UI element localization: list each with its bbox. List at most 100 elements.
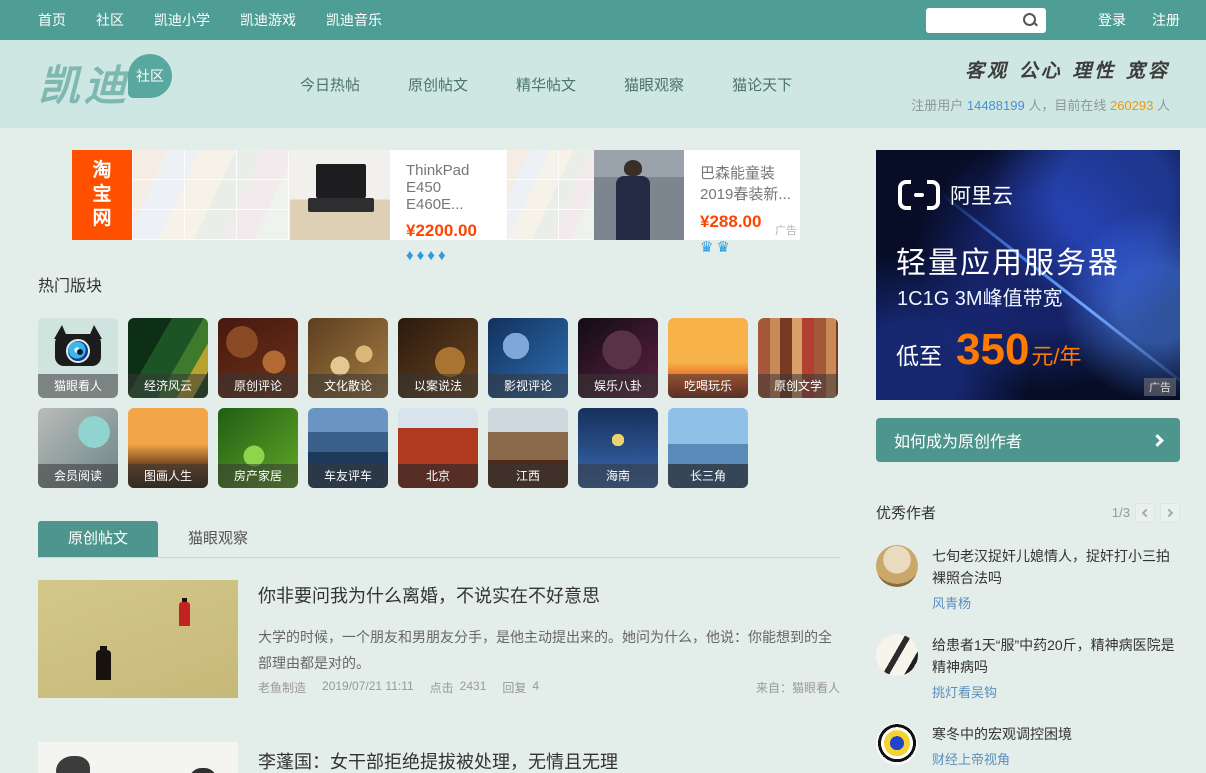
post-replies-count: 4 <box>532 679 539 696</box>
hot-sections-title: 热门版块 <box>38 272 840 296</box>
tile-original-reviews[interactable]: 原创评论 <box>218 318 298 398</box>
tile-food-fun[interactable]: 吃喝玩乐 <box>668 318 748 398</box>
post-item-2: 李蓬国：女干部拒绝提拔被处理，无情且无理 <box>38 742 840 773</box>
post-meta-1: 老鱼制造 2019/07/21 11:11 点击 2431 回复 4 来自：猫眼… <box>258 679 840 696</box>
author-name-1[interactable]: 风青杨 <box>932 593 1178 612</box>
online-count: 260293 <box>1110 98 1153 113</box>
search-box[interactable] <box>926 8 1046 33</box>
post-title-1[interactable]: 你非要问我为什么离婚，不说实在不好意思 <box>258 582 840 608</box>
ad-price-unit: 元/年 <box>1031 339 1081 371</box>
kidswear-product-image <box>594 150 684 240</box>
taobao-logo-block: 淘宝网 <box>72 150 132 240</box>
top-bar: 首页 社区 凯迪小学 凯迪游戏 凯迪音乐 登录 注册 <box>0 0 1206 40</box>
product-title-2: 巴森能童装2019春装新... <box>700 162 792 204</box>
tile-economy[interactable]: 经济风云 <box>128 318 208 398</box>
site-motto: 客观 公心 理性 宽容 <box>911 56 1170 83</box>
seller-rating-crowns-icon: ♛♛ <box>700 238 792 256</box>
ad-price-line: 低至 350 元/年 <box>896 328 1082 372</box>
author-post-title-2[interactable]: 给患者1天“服”中药20斤，精神病医院是精神病吗 <box>932 634 1178 678</box>
post-list-tabs: 原创帖文 猫眼观察 <box>38 521 840 558</box>
topnav-kdgames[interactable]: 凯迪游戏 <box>240 10 296 30</box>
topnav-kdschool[interactable]: 凯迪小学 <box>154 10 210 30</box>
cat-eye-logo-icon <box>55 334 101 366</box>
tile-yangtze-delta[interactable]: 长三角 <box>668 408 748 488</box>
logo-text: 凯迪 <box>38 58 130 114</box>
ad-tag: 广告 <box>775 222 797 238</box>
site-logo[interactable]: 凯迪 社区 <box>38 58 172 114</box>
post-time: 2019/07/21 11:11 <box>322 679 414 696</box>
post-title-2[interactable]: 李蓬国：女干部拒绝提拔被处理，无情且无理 <box>258 748 840 773</box>
tile-hainan[interactable]: 海南 <box>578 408 658 488</box>
stats-mid: 人，目前在线 <box>1028 98 1106 113</box>
post-clicks-label: 点击 <box>430 679 454 696</box>
taobao-ad-banner[interactable]: 淘宝网 ThinkPad E450 E460E... ¥2200.00 ♦♦♦♦… <box>72 150 800 240</box>
site-stats: 注册用户 14488199 人，目前在线 260293 人 <box>911 95 1170 114</box>
post-thumbnail-2[interactable] <box>38 742 238 773</box>
tile-cats-eye[interactable]: 猫眼看人 <box>38 318 118 398</box>
topnav-home[interactable]: 首页 <box>38 10 66 30</box>
tab-original-posts[interactable]: 原创帖文 <box>38 521 158 557</box>
stats-suffix: 人 <box>1157 98 1170 113</box>
author-item-3: 寒冬中的宏观调控困境 财经上帝视角 <box>876 723 1180 768</box>
seller-rating-diamonds-icon: ♦♦♦♦ <box>406 247 498 264</box>
tile-culture[interactable]: 文化散论 <box>308 318 388 398</box>
search-input[interactable] <box>932 10 1022 30</box>
author-avatar-2[interactable] <box>876 634 918 676</box>
nav-cats-eye[interactable]: 猫眼观察 <box>624 74 684 95</box>
aliyun-brand-name: 阿里云 <box>950 180 1013 210</box>
authors-prev-button[interactable] <box>1135 503 1155 523</box>
post-origin-board[interactable]: 来自：猫眼看人 <box>756 679 840 696</box>
author-post-title-1[interactable]: 七旬老汉捉奸儿媳情人，捉奸打小三拍裸照合法吗 <box>932 545 1178 589</box>
tile-beijing[interactable]: 北京 <box>398 408 478 488</box>
ad-tag: 广告 <box>1144 378 1176 396</box>
post-clicks-count: 2431 <box>460 679 487 696</box>
product-collage-1 <box>132 150 290 240</box>
tile-jiangxi[interactable]: 江西 <box>488 408 568 488</box>
authors-page-indicator: 1/3 <box>1112 505 1130 520</box>
authors-next-button[interactable] <box>1160 503 1180 523</box>
product-title-1: ThinkPad E450 E460E... <box>406 162 498 213</box>
search-icon[interactable] <box>1022 12 1038 28</box>
tile-film-reviews[interactable]: 影视评论 <box>488 318 568 398</box>
become-author-button[interactable]: 如何成为原创作者 <box>876 418 1180 462</box>
tile-law-cases[interactable]: 以案说法 <box>398 318 478 398</box>
tile-member-reading[interactable]: 会员阅读 <box>38 408 118 488</box>
author-avatar-3[interactable] <box>876 723 918 765</box>
topnav-kdmusic[interactable]: 凯迪音乐 <box>326 10 382 30</box>
nav-cat-talk[interactable]: 猫论天下 <box>732 74 792 95</box>
stats-prefix: 注册用户 <box>911 98 963 113</box>
taobao-logo-text: 淘宝网 <box>91 159 113 231</box>
post-item-1: 你非要问我为什么离婚，不说实在不好意思 大学的时候，一个朋友和男朋友分手，是他主… <box>38 580 840 698</box>
product-collage-2 <box>506 150 594 240</box>
author-name-2[interactable]: 挑灯看吴钩 <box>932 682 1178 701</box>
tile-real-estate-home[interactable]: 房产家居 <box>218 408 298 488</box>
tab-cats-eye[interactable]: 猫眼观察 <box>158 521 278 557</box>
featured-authors-title: 优秀作者 <box>876 502 936 523</box>
laptop-product-image <box>290 150 390 240</box>
registered-count: 14488199 <box>967 98 1025 113</box>
nav-original-posts[interactable]: 原创帖文 <box>408 74 468 95</box>
chevron-right-icon <box>1151 434 1164 447</box>
post-author: 老鱼制造 <box>258 679 306 696</box>
author-item-1: 七旬老汉捉奸儿媳情人，捉奸打小三拍裸照合法吗 风青杨 <box>876 545 1180 612</box>
nav-featured-posts[interactable]: 精华帖文 <box>516 74 576 95</box>
nav-today-hot[interactable]: 今日热帖 <box>300 74 360 95</box>
hot-sections-grid: 猫眼看人 经济风云 原创评论 文化散论 以案说法 影视评论 娱乐八卦 吃喝玩乐 … <box>38 318 838 488</box>
register-link[interactable]: 注册 <box>1152 10 1180 30</box>
post-thumbnail-1[interactable] <box>38 580 238 698</box>
author-post-title-3[interactable]: 寒冬中的宏观调控困境 <box>932 723 1178 745</box>
tile-entertainment-gossip[interactable]: 娱乐八卦 <box>578 318 658 398</box>
product-price-1: ¥2200.00 <box>406 221 498 241</box>
login-link[interactable]: 登录 <box>1098 10 1126 30</box>
ad-headline: 轻量应用服务器 <box>896 238 1120 282</box>
site-header: 凯迪 社区 今日热帖 原创帖文 精华帖文 猫眼观察 猫论天下 客观 公心 理性 … <box>0 40 1206 128</box>
aliyun-ad[interactable]: 阿里云 轻量应用服务器 1C1G 3M峰值带宽 低至 350 元/年 广告 <box>876 150 1180 400</box>
ad-price-value: 350 <box>956 328 1029 372</box>
tile-picture-life[interactable]: 图画人生 <box>128 408 208 488</box>
author-avatar-1[interactable] <box>876 545 918 587</box>
tile-car-reviews[interactable]: 车友评车 <box>308 408 388 488</box>
author-name-3[interactable]: 财经上帝视角 <box>932 749 1178 768</box>
aliyun-logo-icon <box>898 180 940 210</box>
tile-original-literature[interactable]: 原创文学 <box>758 318 838 398</box>
topnav-community[interactable]: 社区 <box>96 10 124 30</box>
